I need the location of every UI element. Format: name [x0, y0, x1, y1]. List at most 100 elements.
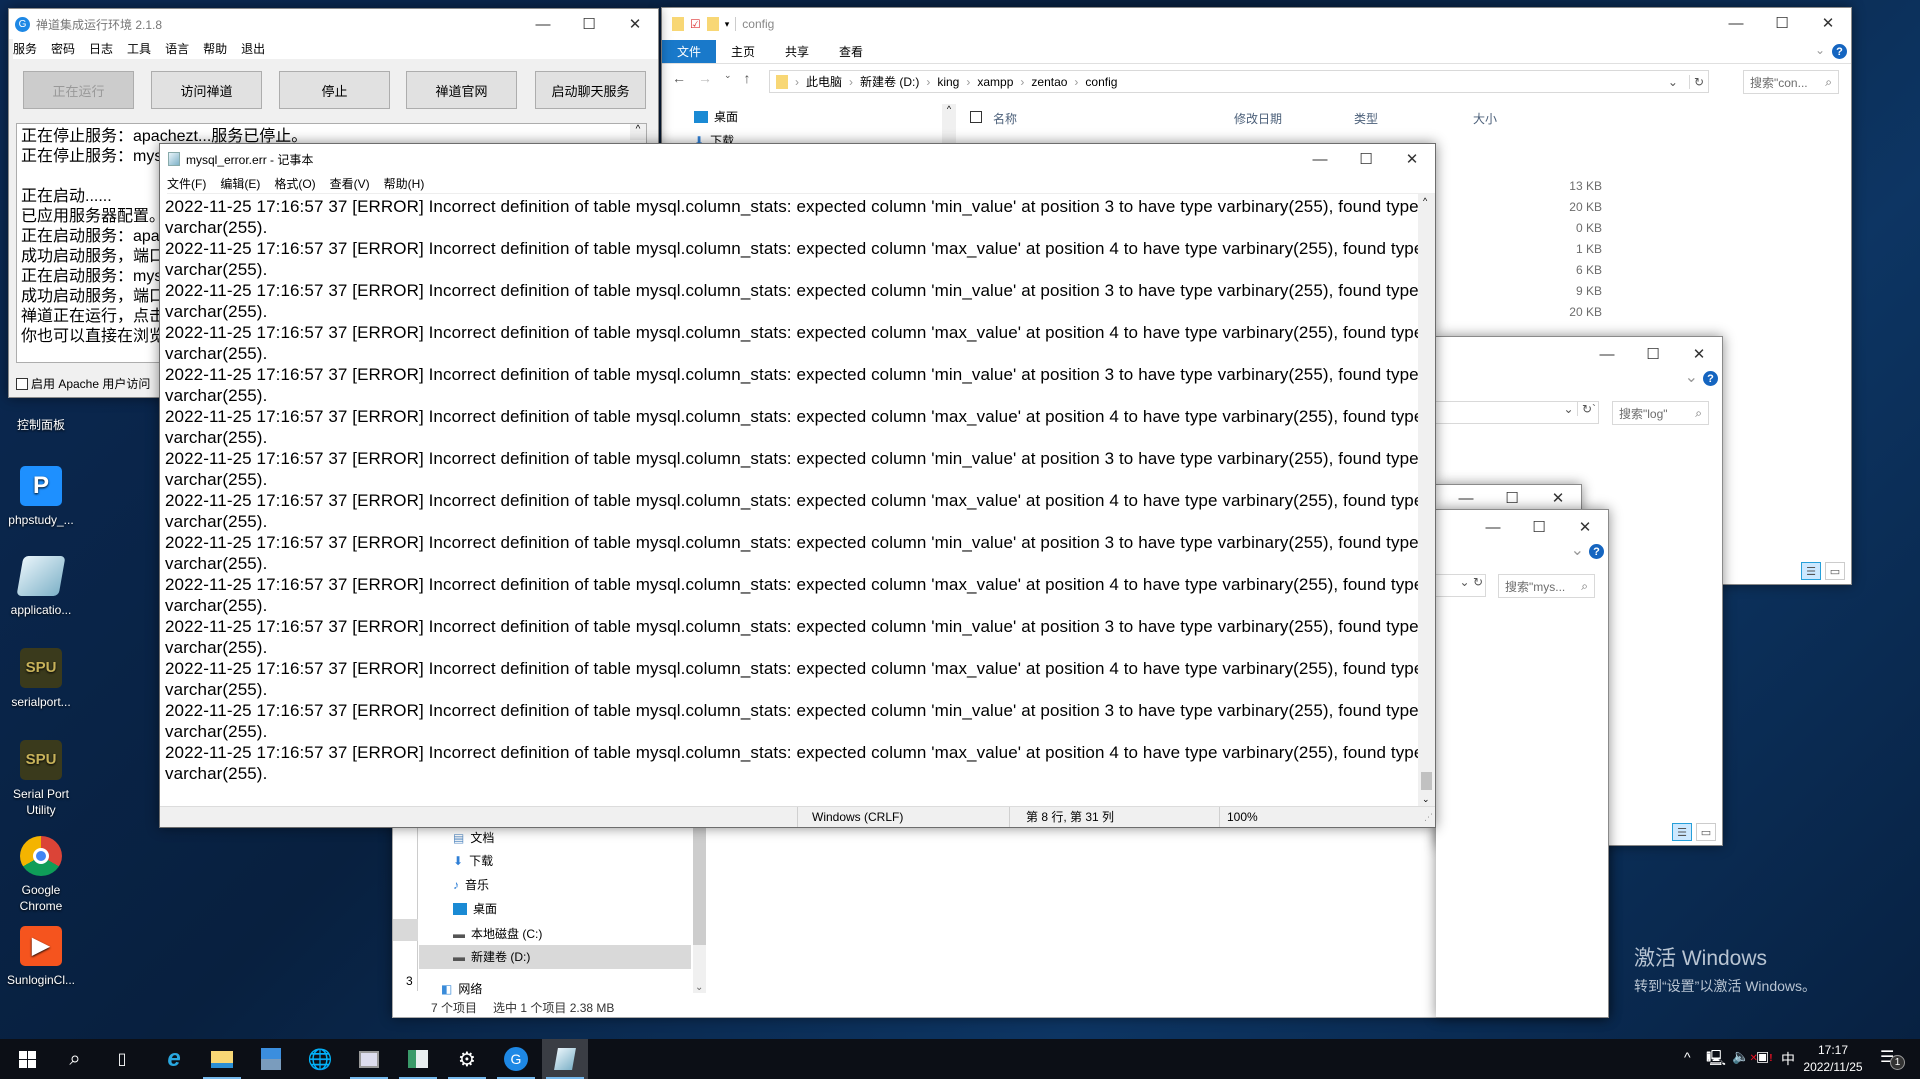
maximize-button[interactable]: ☐ — [1343, 144, 1389, 174]
visit-zentao-button[interactable]: 访问禅道 — [151, 71, 262, 109]
taskbar-network[interactable]: 🌐 — [297, 1039, 343, 1079]
action-center-button[interactable]: ☰ 1 — [1880, 1047, 1905, 1070]
desktop-icon-phpstudy[interactable]: Pphpstudy_... — [0, 466, 82, 528]
taskbar-notepad[interactable] — [542, 1039, 588, 1079]
close-button[interactable]: ✕ — [1676, 339, 1722, 369]
nav-item-desktop[interactable]: 桌面 — [453, 898, 497, 920]
checkbox-box[interactable] — [16, 377, 28, 390]
nav-item-drive-c[interactable]: ▬ 本地磁盘 (C:) — [453, 923, 542, 945]
tab-file[interactable]: 文件 — [662, 40, 716, 63]
forward-arrow-icon[interactable]: → — [698, 70, 712, 86]
volume-muted-icon[interactable]: 🔈✕ — [1732, 1048, 1758, 1065]
nav-pane-scrollbar[interactable]: ^ — [942, 104, 956, 144]
column-type[interactable]: 类型 — [1354, 110, 1378, 127]
taskbar-settings[interactable]: ⚙ — [444, 1039, 490, 1079]
close-button[interactable]: ✕ — [1805, 8, 1851, 38]
task-view-button[interactable]: ▯ — [99, 1039, 145, 1079]
thumbnail-view-icon[interactable]: ▭ — [1825, 562, 1845, 580]
desktop-icon-control-panel[interactable]: 控制面板 — [0, 417, 82, 433]
details-view-icon[interactable]: ☰ — [1801, 562, 1821, 580]
search-input[interactable]: 搜索"log" ⌕ — [1612, 401, 1709, 425]
up-arrow-icon[interactable]: ↑ — [744, 70, 751, 86]
nav-scrollbar[interactable]: ⌄ — [693, 827, 706, 993]
minimize-button[interactable]: — — [1297, 144, 1343, 174]
breadcrumb-item[interactable]: config — [1085, 75, 1117, 89]
address-dropdown-icon[interactable]: ⌄ — [1668, 75, 1678, 89]
menu-view[interactable]: 查看(V) — [330, 177, 370, 191]
nav-item-network[interactable]: ◧ 网络 — [441, 978, 482, 1000]
taskbar-zentao[interactable]: G — [493, 1039, 539, 1079]
maximize-button[interactable]: ☐ — [1630, 339, 1676, 369]
maximize-button[interactable]: ☐ — [566, 9, 612, 39]
minimize-button[interactable]: — — [1470, 512, 1516, 542]
nav-item-drive-d[interactable]: ▬ 新建卷 (D:) — [453, 946, 530, 968]
ime-indicator[interactable]: 中 — [1781, 1049, 1795, 1069]
scroll-thumb[interactable] — [1421, 772, 1432, 790]
ribbon-expand-icon[interactable]: ⌄ — [1685, 367, 1698, 387]
thumbnail-view-icon[interactable]: ▭ — [1696, 823, 1716, 841]
desktop-icon-serialport[interactable]: SPU serialport... — [0, 648, 82, 710]
refresh-icon[interactable]: ↻` — [1576, 402, 1596, 416]
resize-grip-icon[interactable]: ⋰ — [1424, 807, 1433, 827]
apache-auth-checkbox[interactable]: 启用 Apache 用户访问 — [16, 375, 150, 392]
scroll-down-arrow[interactable]: ⌄ — [1422, 794, 1430, 805]
tab-home[interactable]: 主页 — [716, 40, 770, 63]
close-button[interactable]: ✕ — [612, 9, 658, 39]
menu-help[interactable]: 帮助 — [203, 42, 227, 56]
vertical-scrollbar[interactable]: ^ ⌄ — [1418, 194, 1435, 806]
stop-button[interactable]: 停止 — [279, 71, 390, 109]
desktop-icon-serial-port-utility[interactable]: SPU Serial Port Utility — [0, 740, 82, 818]
maximize-button[interactable]: ☐ — [1516, 512, 1562, 542]
menu-log[interactable]: 日志 — [89, 42, 113, 56]
properties-icon[interactable]: ☑ — [690, 17, 701, 31]
minimize-button[interactable]: — — [520, 9, 566, 39]
help-icon[interactable]: ? — [1589, 544, 1604, 559]
taskbar-internet-explorer[interactable]: e — [151, 1039, 197, 1079]
minimize-button[interactable]: — — [1713, 8, 1759, 38]
back-arrow-icon[interactable]: ← — [672, 70, 686, 86]
breadcrumb-item[interactable]: zentao — [1031, 75, 1067, 89]
breadcrumb-item[interactable]: 此电脑 — [806, 73, 842, 90]
start-chat-service-button[interactable]: 启动聊天服务 — [535, 71, 646, 109]
menu-edit[interactable]: 编辑(E) — [220, 177, 260, 191]
details-view-icon[interactable]: ☰ — [1672, 823, 1692, 841]
search-input[interactable]: 搜索"mys... ⌕ — [1498, 574, 1595, 598]
close-button[interactable]: ✕ — [1389, 144, 1435, 174]
select-all-checkbox[interactable] — [970, 111, 982, 123]
menu-service[interactable]: 服务 — [13, 42, 37, 56]
search-button[interactable]: ⌕ — [52, 1039, 98, 1079]
show-hidden-icons[interactable]: ^ — [1684, 1049, 1691, 1065]
nav-item-music[interactable]: ♪ 音乐 — [453, 874, 489, 896]
breadcrumb-item[interactable]: king — [937, 75, 959, 89]
nav-item-documents[interactable]: ▤ 文档 — [453, 827, 494, 849]
refresh-icon[interactable]: ↻ — [1473, 575, 1483, 589]
tab-view[interactable]: 查看 — [824, 40, 878, 63]
breadcrumb-item[interactable]: 新建卷 (D:) — [860, 73, 919, 90]
breadcrumb-item[interactable]: xampp — [977, 75, 1013, 89]
maximize-button[interactable]: ☐ — [1759, 8, 1805, 38]
security-alert-icon[interactable]: ▣! — [1756, 1048, 1773, 1065]
text-editor[interactable]: 2022-11-25 17:16:57 37 [ERROR] Incorrect… — [162, 194, 1418, 806]
search-input[interactable]: 搜索"con... ⌕ — [1743, 70, 1839, 94]
menu-exit[interactable]: 退出 — [241, 42, 265, 56]
desktop-icon-chrome[interactable]: Google Chrome — [0, 836, 82, 914]
column-name[interactable]: 名称 — [993, 110, 1017, 127]
minimize-button[interactable]: — — [1584, 339, 1630, 369]
scroll-up-arrow[interactable]: ^ — [1423, 196, 1427, 206]
taskbar-file-explorer[interactable] — [199, 1039, 245, 1079]
tab-share[interactable]: 共享 — [770, 40, 824, 63]
address-bar-fragment[interactable]: ⌄ ↻` — [1436, 401, 1599, 424]
menu-tools[interactable]: 工具 — [127, 42, 151, 56]
help-icon[interactable]: ? — [1832, 44, 1847, 59]
zentao-website-button[interactable]: 禅道官网 — [406, 71, 517, 109]
ribbon-expand-icon[interactable]: ⌄ — [1571, 540, 1584, 560]
refresh-icon[interactable]: ↻ — [1688, 74, 1708, 89]
menu-file[interactable]: 文件(F) — [167, 177, 206, 191]
quick-access-dropdown-icon[interactable]: ▾ — [725, 19, 730, 30]
address-bar[interactable]: › 此电脑 › 新建卷 (D:) › king › xampp › zentao › con… — [769, 70, 1709, 93]
recent-dropdown-icon[interactable]: ⌄ — [724, 70, 732, 86]
help-icon[interactable]: ? — [1703, 371, 1718, 386]
menu-language[interactable]: 语言 — [165, 42, 189, 56]
taskbar-server-manager[interactable] — [248, 1039, 294, 1079]
taskbar-performance-monitor[interactable] — [346, 1039, 392, 1079]
